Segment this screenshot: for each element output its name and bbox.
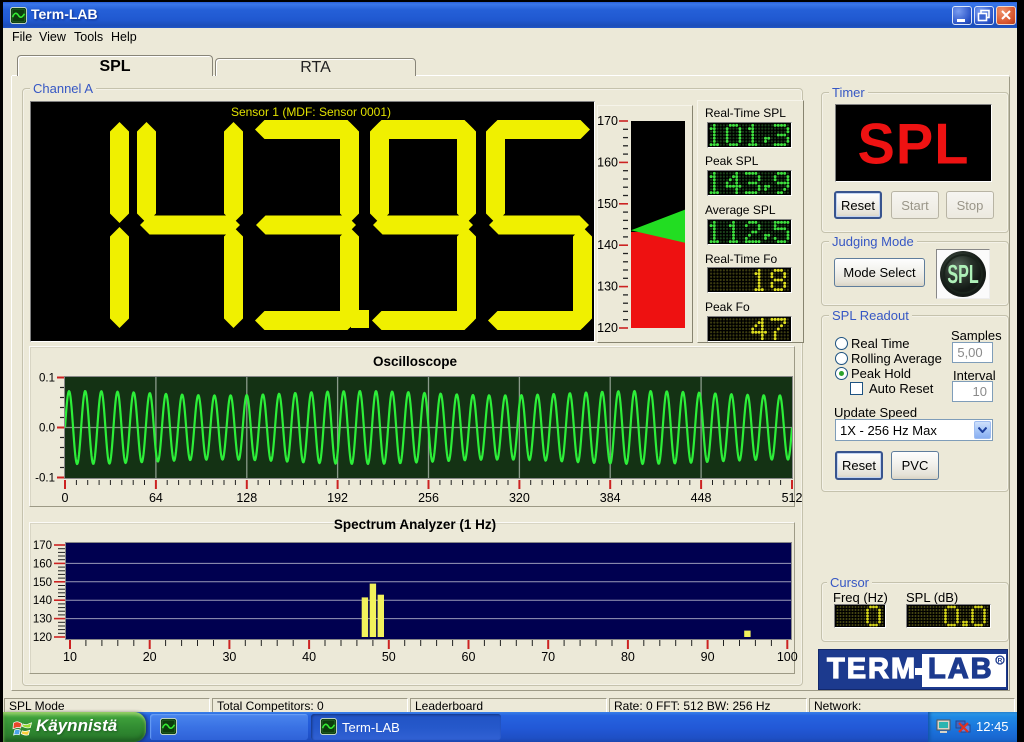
svg-text:150: 150 xyxy=(33,577,52,589)
svg-text:64: 64 xyxy=(149,491,163,505)
svg-text:70: 70 xyxy=(541,650,555,664)
svg-text:120: 120 xyxy=(598,321,618,335)
svg-text:140: 140 xyxy=(598,238,618,252)
svg-text:128: 128 xyxy=(236,491,257,505)
svg-text:384: 384 xyxy=(600,491,621,505)
svg-text:80: 80 xyxy=(621,650,635,664)
svg-text:0.0: 0.0 xyxy=(39,423,55,435)
svg-text:50: 50 xyxy=(382,650,396,664)
svg-text:320: 320 xyxy=(509,491,530,505)
svg-text:256: 256 xyxy=(418,491,439,505)
svg-text:Sensor 1 (MDF: Sensor 0001): Sensor 1 (MDF: Sensor 0001) xyxy=(231,105,391,119)
svg-text:SPL: SPL xyxy=(947,259,978,289)
svg-text:140: 140 xyxy=(33,595,52,607)
svg-text:192: 192 xyxy=(327,491,348,505)
svg-text:60: 60 xyxy=(462,650,476,664)
svg-text:40: 40 xyxy=(302,650,316,664)
svg-text:160: 160 xyxy=(33,558,52,570)
svg-text:160: 160 xyxy=(598,155,618,169)
svg-text:10: 10 xyxy=(63,650,77,664)
svg-text:20: 20 xyxy=(143,650,157,664)
svg-text:512: 512 xyxy=(782,491,803,505)
svg-text:170: 170 xyxy=(33,540,52,552)
svg-text:0.1: 0.1 xyxy=(39,373,55,385)
svg-text:30: 30 xyxy=(222,650,236,664)
svg-text:90: 90 xyxy=(701,650,715,664)
svg-text:448: 448 xyxy=(691,491,712,505)
svg-text:0: 0 xyxy=(62,491,69,505)
svg-text:100: 100 xyxy=(777,650,798,664)
svg-text:170: 170 xyxy=(598,114,618,128)
svg-text:130: 130 xyxy=(33,614,52,626)
svg-text:R: R xyxy=(998,658,1003,665)
svg-text:130: 130 xyxy=(598,280,618,294)
svg-text:150: 150 xyxy=(598,197,618,211)
